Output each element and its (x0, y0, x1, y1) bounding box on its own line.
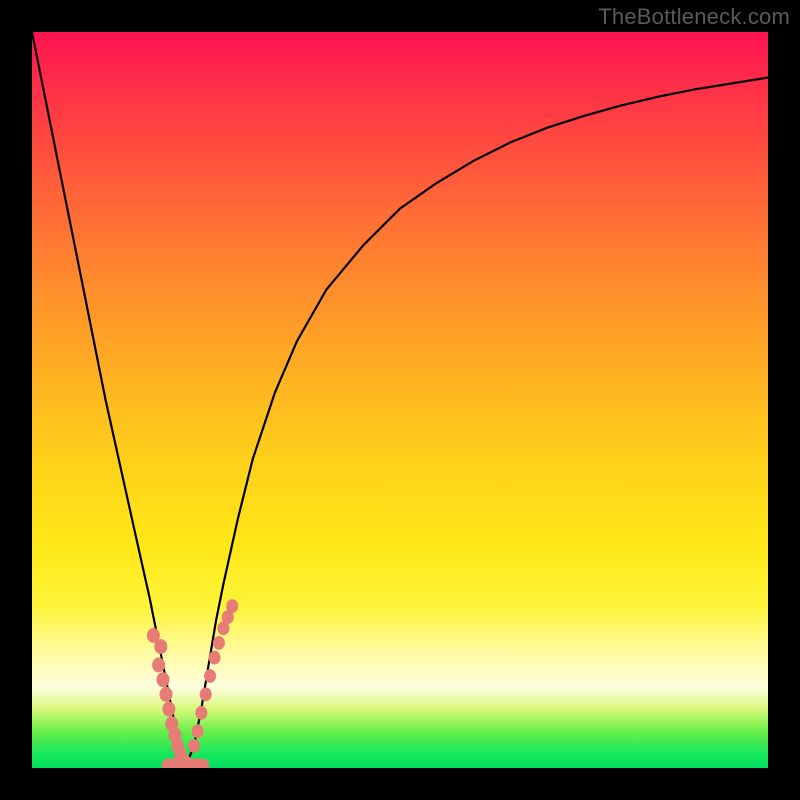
data-marker (162, 702, 175, 717)
data-marker (152, 658, 165, 673)
data-marker (209, 651, 221, 665)
data-marker (188, 739, 200, 753)
data-marker (157, 672, 170, 687)
data-marker (195, 706, 207, 720)
data-marker (154, 639, 167, 654)
bottleneck-curve (32, 32, 768, 764)
data-marker (200, 688, 212, 702)
data-marker (226, 599, 238, 613)
data-marker (160, 687, 173, 702)
watermark-text: TheBottleneck.com (598, 4, 790, 30)
data-marker (213, 636, 225, 650)
curve-layer (32, 32, 768, 768)
plot-area (32, 32, 768, 768)
chart-frame: TheBottleneck.com (0, 0, 800, 800)
data-marker (204, 669, 216, 683)
data-markers (147, 599, 238, 768)
data-marker (192, 724, 204, 738)
